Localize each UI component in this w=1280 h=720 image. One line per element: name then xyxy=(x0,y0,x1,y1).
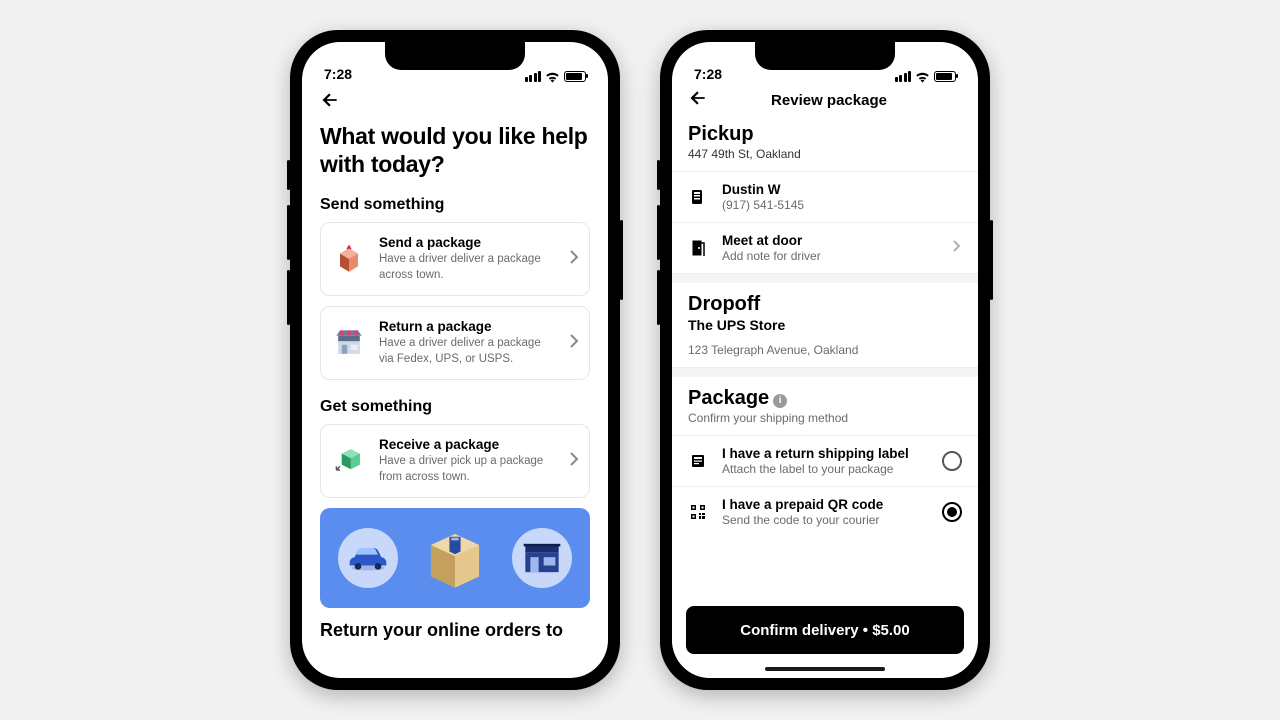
send-package-title: Send a package xyxy=(379,235,557,250)
notch xyxy=(755,42,895,70)
radio-unselected[interactable] xyxy=(942,451,962,471)
door-icon xyxy=(688,240,708,256)
shipping-label-option[interactable]: I have a return shipping label Attach th… xyxy=(672,435,978,486)
qr-code-option[interactable]: I have a prepaid QR code Send the code t… xyxy=(672,486,978,537)
meet-title: Meet at door xyxy=(722,233,938,248)
package-sub: Confirm your shipping method xyxy=(672,410,978,435)
contact-name: Dustin W xyxy=(722,182,962,197)
meet-sub: Add note for driver xyxy=(722,249,938,263)
opt2-sub: Send the code to your courier xyxy=(722,513,928,527)
radio-selected[interactable] xyxy=(942,502,962,522)
pickup-address: 447 49th St, Oakland xyxy=(672,146,978,171)
contact-icon xyxy=(688,189,708,205)
return-package-card[interactable]: Return a package Have a driver deliver a… xyxy=(320,306,590,380)
send-section-header: Send something xyxy=(302,188,608,222)
contact-phone: (917) 541-5145 xyxy=(722,198,962,212)
pickup-title: Pickup xyxy=(672,123,978,146)
dropoff-name: The UPS Store xyxy=(672,316,978,343)
battery-icon xyxy=(564,71,586,82)
package-title: Packagei xyxy=(672,387,978,410)
opt1-title: I have a return shipping label xyxy=(722,446,928,461)
return-package-title: Return a package xyxy=(379,319,557,334)
receive-package-title: Receive a package xyxy=(379,437,557,452)
wifi-icon xyxy=(545,70,560,82)
page-title: What would you like help with today? xyxy=(302,123,608,188)
wifi-icon xyxy=(915,70,930,82)
status-time: 7:28 xyxy=(324,66,352,82)
pickup-contact-row[interactable]: Dustin W (917) 541-5145 xyxy=(672,171,978,222)
chevron-right-icon xyxy=(569,452,579,471)
confirm-delivery-button[interactable]: Confirm delivery • $5.00 xyxy=(686,606,964,654)
chevron-right-icon xyxy=(569,334,579,353)
cellular-icon xyxy=(525,71,542,82)
package-red-icon xyxy=(331,241,367,277)
send-package-desc: Have a driver deliver a package across t… xyxy=(379,252,557,283)
cellular-icon xyxy=(895,71,912,82)
return-package-desc: Have a driver deliver a package via Fede… xyxy=(379,336,557,367)
battery-icon xyxy=(934,71,956,82)
opt2-title: I have a prepaid QR code xyxy=(722,497,928,512)
promo-banner[interactable] xyxy=(320,508,590,608)
store-icon xyxy=(331,325,367,361)
send-package-card[interactable]: Send a package Have a driver deliver a p… xyxy=(320,222,590,296)
dropoff-title: Dropoff xyxy=(672,293,978,316)
package-green-icon xyxy=(331,443,367,479)
receive-package-desc: Have a driver pick up a package from acr… xyxy=(379,454,557,485)
chevron-right-icon xyxy=(952,239,962,258)
qr-icon xyxy=(688,504,708,520)
box-icon xyxy=(418,521,492,595)
get-section-header: Get something xyxy=(302,390,608,424)
receive-package-card[interactable]: Receive a package Have a driver pick up … xyxy=(320,424,590,498)
dropoff-address: 123 Telegraph Avenue, Oakland xyxy=(672,343,978,367)
phone-right: 7:28 Review package Pickup 447 49th St, … xyxy=(660,30,990,690)
chevron-right-icon xyxy=(569,250,579,269)
banner-title-cutoff: Return your online orders to xyxy=(302,614,608,641)
label-icon xyxy=(688,453,708,469)
header-title: Review package xyxy=(696,92,962,109)
home-indicator xyxy=(765,667,885,671)
back-button[interactable] xyxy=(320,97,340,114)
storefront-icon xyxy=(512,528,572,588)
opt1-sub: Attach the label to your package xyxy=(722,462,928,476)
info-icon[interactable]: i xyxy=(773,394,787,408)
car-icon xyxy=(338,528,398,588)
status-time: 7:28 xyxy=(694,66,722,82)
notch xyxy=(385,42,525,70)
meet-at-door-row[interactable]: Meet at door Add note for driver xyxy=(672,222,978,273)
phone-left: 7:28 What would you like help with today… xyxy=(290,30,620,690)
